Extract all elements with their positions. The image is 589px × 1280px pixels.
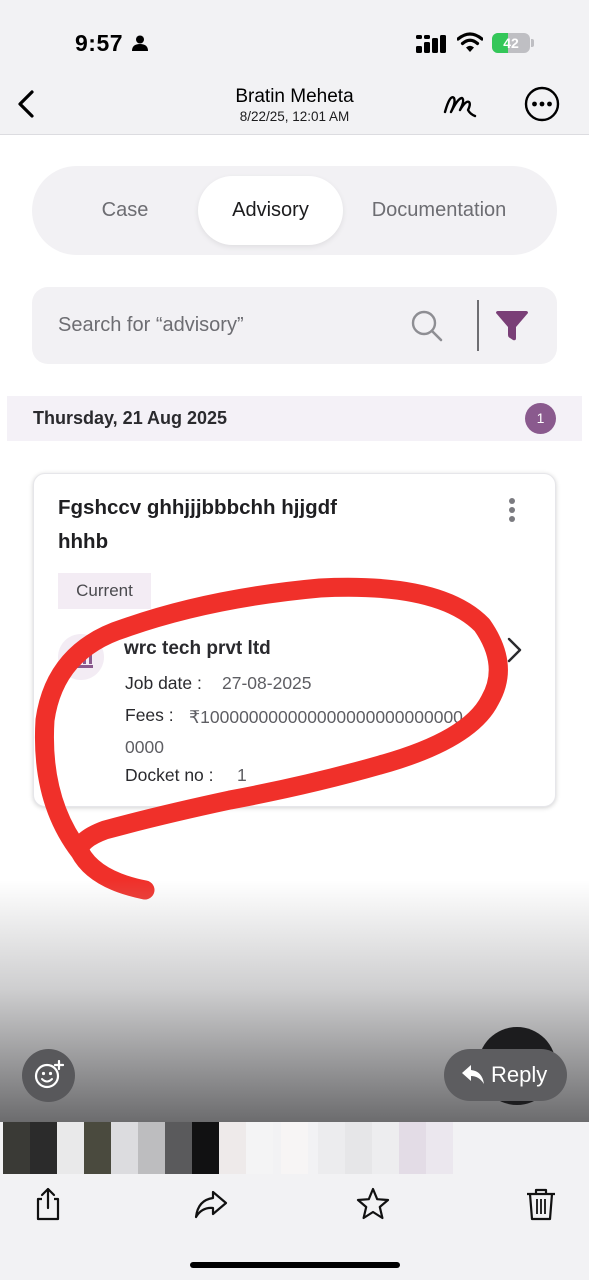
share-icon[interactable] [30, 1186, 66, 1222]
add-reaction-button[interactable] [22, 1049, 75, 1102]
tab-documentation[interactable]: Documentation [350, 166, 528, 255]
thumbnail[interactable] [30, 1122, 57, 1174]
status-bar: 9:57 42 [0, 0, 589, 80]
fees-value: ₹1000000000000000000000000000000 [125, 707, 463, 757]
thumbnail[interactable] [426, 1122, 453, 1174]
chevron-right-icon[interactable] [504, 636, 524, 664]
star-icon[interactable] [355, 1186, 391, 1222]
thumbnail[interactable] [192, 1122, 219, 1174]
tab-advisory[interactable]: Advisory [198, 176, 343, 245]
search-icon[interactable] [410, 309, 444, 343]
sender-date: 8/22/25, 12:01 AM [239, 109, 350, 124]
org-avatar [58, 634, 104, 680]
thumbnail[interactable] [345, 1122, 372, 1174]
group-date: Thursday, 21 Aug 2025 [33, 408, 228, 428]
status-badge: Current [58, 573, 151, 609]
reply-label: Reply [491, 1062, 548, 1087]
viewer-header: Bratin Meheta 8/22/25, 12:01 AM [0, 80, 589, 135]
sender-name: Bratin Meheta [235, 86, 354, 107]
search-bar[interactable]: Search for “advisory” [32, 287, 557, 364]
thumbnail[interactable] [165, 1122, 192, 1174]
signal-icon [416, 35, 446, 53]
thumbnail[interactable] [84, 1122, 111, 1174]
thumbnail[interactable] [3, 1122, 30, 1174]
tab-bar: Case Advisory Documentation [32, 166, 557, 255]
forward-icon[interactable] [193, 1186, 229, 1222]
thumbnail[interactable] [372, 1122, 399, 1174]
docket-value: 1 [237, 765, 247, 785]
date-group-header: Thursday, 21 Aug 2025 1 [7, 396, 582, 441]
thumbnail[interactable] [318, 1122, 345, 1174]
thumbnail[interactable] [111, 1122, 138, 1174]
tab-case[interactable]: Case [62, 166, 188, 255]
search-input[interactable]: Search for “advisory” [58, 287, 244, 364]
battery-level: 42 [503, 35, 519, 51]
thumbnail[interactable] [57, 1122, 84, 1174]
markup-icon[interactable] [442, 86, 478, 122]
thumbnail[interactable] [138, 1122, 165, 1174]
status-time: 9:57 [75, 30, 124, 56]
filter-icon[interactable] [495, 311, 529, 341]
trash-icon[interactable] [523, 1186, 559, 1222]
count-badge: 1 [525, 403, 556, 434]
thumbnail-strip[interactable] [0, 1122, 589, 1174]
battery-indicator: 42 [492, 33, 534, 53]
add-reaction-icon [34, 1060, 64, 1089]
bottom-toolbar [0, 1174, 589, 1280]
kebab-icon[interactable] [504, 496, 520, 526]
home-indicator [190, 1262, 400, 1268]
docket-label: Docket no : [125, 765, 214, 785]
advisory-title: Fgshccv ghhjjjbbbchh hjjgdf hhhb [58, 496, 338, 553]
search-divider [477, 300, 479, 351]
thumbnail-current[interactable] [281, 1122, 308, 1174]
person-icon [132, 35, 148, 51]
thumbnail[interactable] [219, 1122, 246, 1174]
bank-icon [69, 646, 93, 668]
wifi-icon [457, 32, 483, 52]
thumbnail[interactable] [246, 1122, 273, 1174]
more-icon[interactable] [523, 85, 561, 123]
job-date-value: 27-08-2025 [222, 673, 312, 693]
reply-button[interactable]: Reply [444, 1049, 567, 1101]
reply-icon [462, 1065, 484, 1084]
company-name: wrc tech prvt ltd [124, 638, 271, 659]
advisory-card[interactable]: Fgshccv ghhjjjbbbchh hjjgdf hhhb Current… [33, 473, 556, 807]
job-date-label: Job date : [125, 673, 202, 693]
thumbnail[interactable] [399, 1122, 426, 1174]
